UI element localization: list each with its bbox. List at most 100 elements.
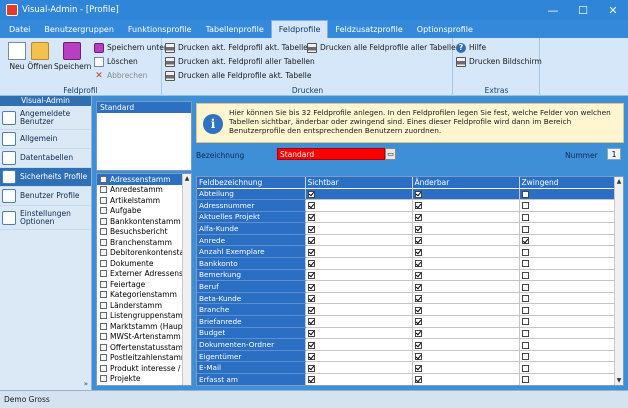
table-list-item[interactable]: Projektverwaltung (97, 384, 191, 386)
table-list-item[interactable]: Adressenstamm (97, 174, 191, 185)
ribbon-tab-5[interactable]: Feldzusatzprofile (328, 20, 409, 38)
zwingend-checkbox[interactable] (521, 202, 529, 210)
aenderbar-checkbox[interactable] (414, 190, 422, 198)
sichtbar-checkbox[interactable] (307, 341, 315, 349)
aenderbar-checkbox[interactable] (414, 237, 422, 245)
ribbon-tab-6[interactable]: Optionsprofile (410, 20, 480, 38)
table-row[interactable]: Branche (197, 303, 616, 317)
nav-item-2[interactable]: Datentabellen (0, 149, 91, 168)
table-list-item[interactable]: Aufgabe (97, 206, 191, 217)
table-list-item[interactable]: Feiertage (97, 279, 191, 290)
ribbon-tab-4[interactable]: Feldprofile (270, 20, 329, 38)
table-row[interactable]: Bemerkung (197, 269, 616, 282)
aenderbar-checkbox[interactable] (414, 353, 422, 361)
sichtbar-checkbox[interactable] (307, 364, 315, 372)
aenderbar-checkbox[interactable] (414, 329, 422, 337)
table-list[interactable]: Adressenstamm Anredestamm Artikelstamm Aufg… (96, 173, 192, 386)
grid-column-header[interactable]: Zwingend (519, 177, 616, 189)
aenderbar-checkbox[interactable] (414, 364, 422, 372)
nav-item-1[interactable]: Allgemein (0, 130, 91, 149)
zwingend-checkbox[interactable] (521, 190, 529, 198)
table-list-item[interactable]: Marktstamm (Haupt (97, 321, 191, 332)
table-list-item[interactable]: Bankkontenstamm (97, 216, 191, 227)
table-list-item[interactable]: Länderstamm (97, 300, 191, 311)
sichtbar-checkbox[interactable] (307, 260, 315, 268)
profile-list[interactable]: Standard (96, 101, 192, 171)
table-list-item[interactable]: Branchenstamm (97, 237, 191, 248)
sichtbar-checkbox[interactable] (307, 283, 315, 291)
aenderbar-checkbox[interactable] (414, 283, 422, 291)
close-button[interactable]: ✕ (598, 0, 628, 20)
table-row[interactable]: Erfasst am (197, 373, 616, 385)
table-row[interactable]: Alfa-Kunde (197, 222, 616, 235)
table-row[interactable]: Budget (197, 327, 616, 340)
table-list-item[interactable]: Offertenstatusstamr (97, 342, 191, 353)
zwingend-checkbox[interactable] (521, 306, 529, 314)
print-all-profiles-current-table-button[interactable]: Drucken alle Feldprofile akt. Tabelle (165, 69, 312, 82)
ribbon-tab-1[interactable]: Benutzergruppen (37, 20, 121, 38)
grid-scrollbar[interactable]: ▲ ▼ (614, 177, 623, 385)
sichtbar-checkbox[interactable] (307, 190, 315, 198)
table-list-scrollbar[interactable]: ▲ (182, 174, 191, 385)
table-row[interactable]: Briefanrede (197, 315, 616, 328)
zwingend-checkbox[interactable] (521, 376, 529, 384)
nav-item-5[interactable]: Einstellungen Optionen (0, 206, 91, 230)
table-list-item[interactable]: Anredestamm (97, 185, 191, 196)
aenderbar-checkbox[interactable] (414, 271, 422, 279)
table-row[interactable]: Anrede (197, 234, 616, 247)
table-row[interactable]: Dokumenten-Ordner (197, 338, 616, 351)
print-all-profiles-all-tables-button[interactable]: Drucken alle Feldprofile aller Tabellen (307, 41, 460, 54)
nav-item-0[interactable]: Angemeldete Benutzer (0, 106, 91, 130)
bezeichnung-edit-button[interactable]: ▭ (385, 148, 396, 160)
aenderbar-checkbox[interactable] (414, 202, 422, 210)
bezeichnung-input[interactable]: Standard (277, 148, 385, 160)
zwingend-checkbox[interactable] (521, 329, 529, 337)
aenderbar-checkbox[interactable] (414, 213, 422, 221)
profile-list-item[interactable]: Standard (97, 102, 191, 113)
table-row[interactable]: Anzahl Exemplare (197, 245, 616, 259)
zwingend-checkbox[interactable] (521, 260, 529, 268)
ribbon-tab-0[interactable]: Datei (2, 20, 37, 38)
sichtbar-checkbox[interactable] (307, 225, 315, 233)
scroll-up-arrow-icon[interactable]: ▲ (615, 177, 623, 186)
table-list-item[interactable]: Besuchsbericht (97, 227, 191, 238)
zwingend-checkbox[interactable] (521, 271, 529, 279)
table-row[interactable]: Beta-Kunde (197, 292, 616, 305)
nav-item-3[interactable]: Sicherheits Profile (0, 168, 91, 187)
aenderbar-checkbox[interactable] (414, 306, 422, 314)
zwingend-checkbox[interactable] (521, 213, 529, 221)
grid-column-header[interactable]: Änderbar (412, 177, 520, 189)
aenderbar-checkbox[interactable] (414, 376, 422, 384)
zwingend-checkbox[interactable] (521, 295, 529, 303)
zwingend-checkbox[interactable] (521, 237, 529, 245)
table-list-item[interactable]: Produkt interesse / s (97, 363, 191, 374)
ribbon-tab-2[interactable]: Funktionsprofile (121, 20, 199, 38)
nav-item-4[interactable]: Benutzer Profile (0, 187, 91, 206)
grid-column-header[interactable]: Feldbezeichnung (197, 177, 306, 189)
maximize-button[interactable]: ☐ (568, 0, 598, 20)
aenderbar-checkbox[interactable] (414, 318, 422, 326)
grid-column-header[interactable]: Sichtbar (305, 177, 413, 189)
sichtbar-checkbox[interactable] (307, 353, 315, 361)
table-list-item[interactable]: MWSt-Artenstamm (97, 332, 191, 343)
sichtbar-checkbox[interactable] (307, 271, 315, 279)
sichtbar-checkbox[interactable] (307, 329, 315, 337)
sichtbar-checkbox[interactable] (307, 306, 315, 314)
table-row[interactable]: Beruf (197, 280, 616, 293)
zwingend-checkbox[interactable] (521, 318, 529, 326)
sichtbar-checkbox[interactable] (307, 237, 315, 245)
table-list-item[interactable]: Postleitzahlenstamr (97, 353, 191, 364)
table-list-item[interactable]: Debitorenkontensta (97, 248, 191, 259)
sichtbar-checkbox[interactable] (307, 295, 315, 303)
aenderbar-checkbox[interactable] (414, 225, 422, 233)
help-button[interactable]: ? Hilfe (456, 41, 486, 54)
scroll-down-arrow-icon[interactable]: ▼ (615, 376, 623, 385)
table-row[interactable]: Adressnummer (197, 199, 616, 212)
table-list-item[interactable]: Externer Adressenst (97, 269, 191, 280)
zwingend-checkbox[interactable] (521, 283, 529, 291)
print-current-profile-current-table-button[interactable]: Drucken akt. Feldprofil akt. Tabelle (165, 41, 308, 54)
delete-button[interactable]: Löschen (94, 55, 138, 68)
aenderbar-checkbox[interactable] (414, 248, 422, 256)
sichtbar-checkbox[interactable] (307, 318, 315, 326)
scroll-up-arrow-icon[interactable]: ▲ (183, 174, 191, 183)
